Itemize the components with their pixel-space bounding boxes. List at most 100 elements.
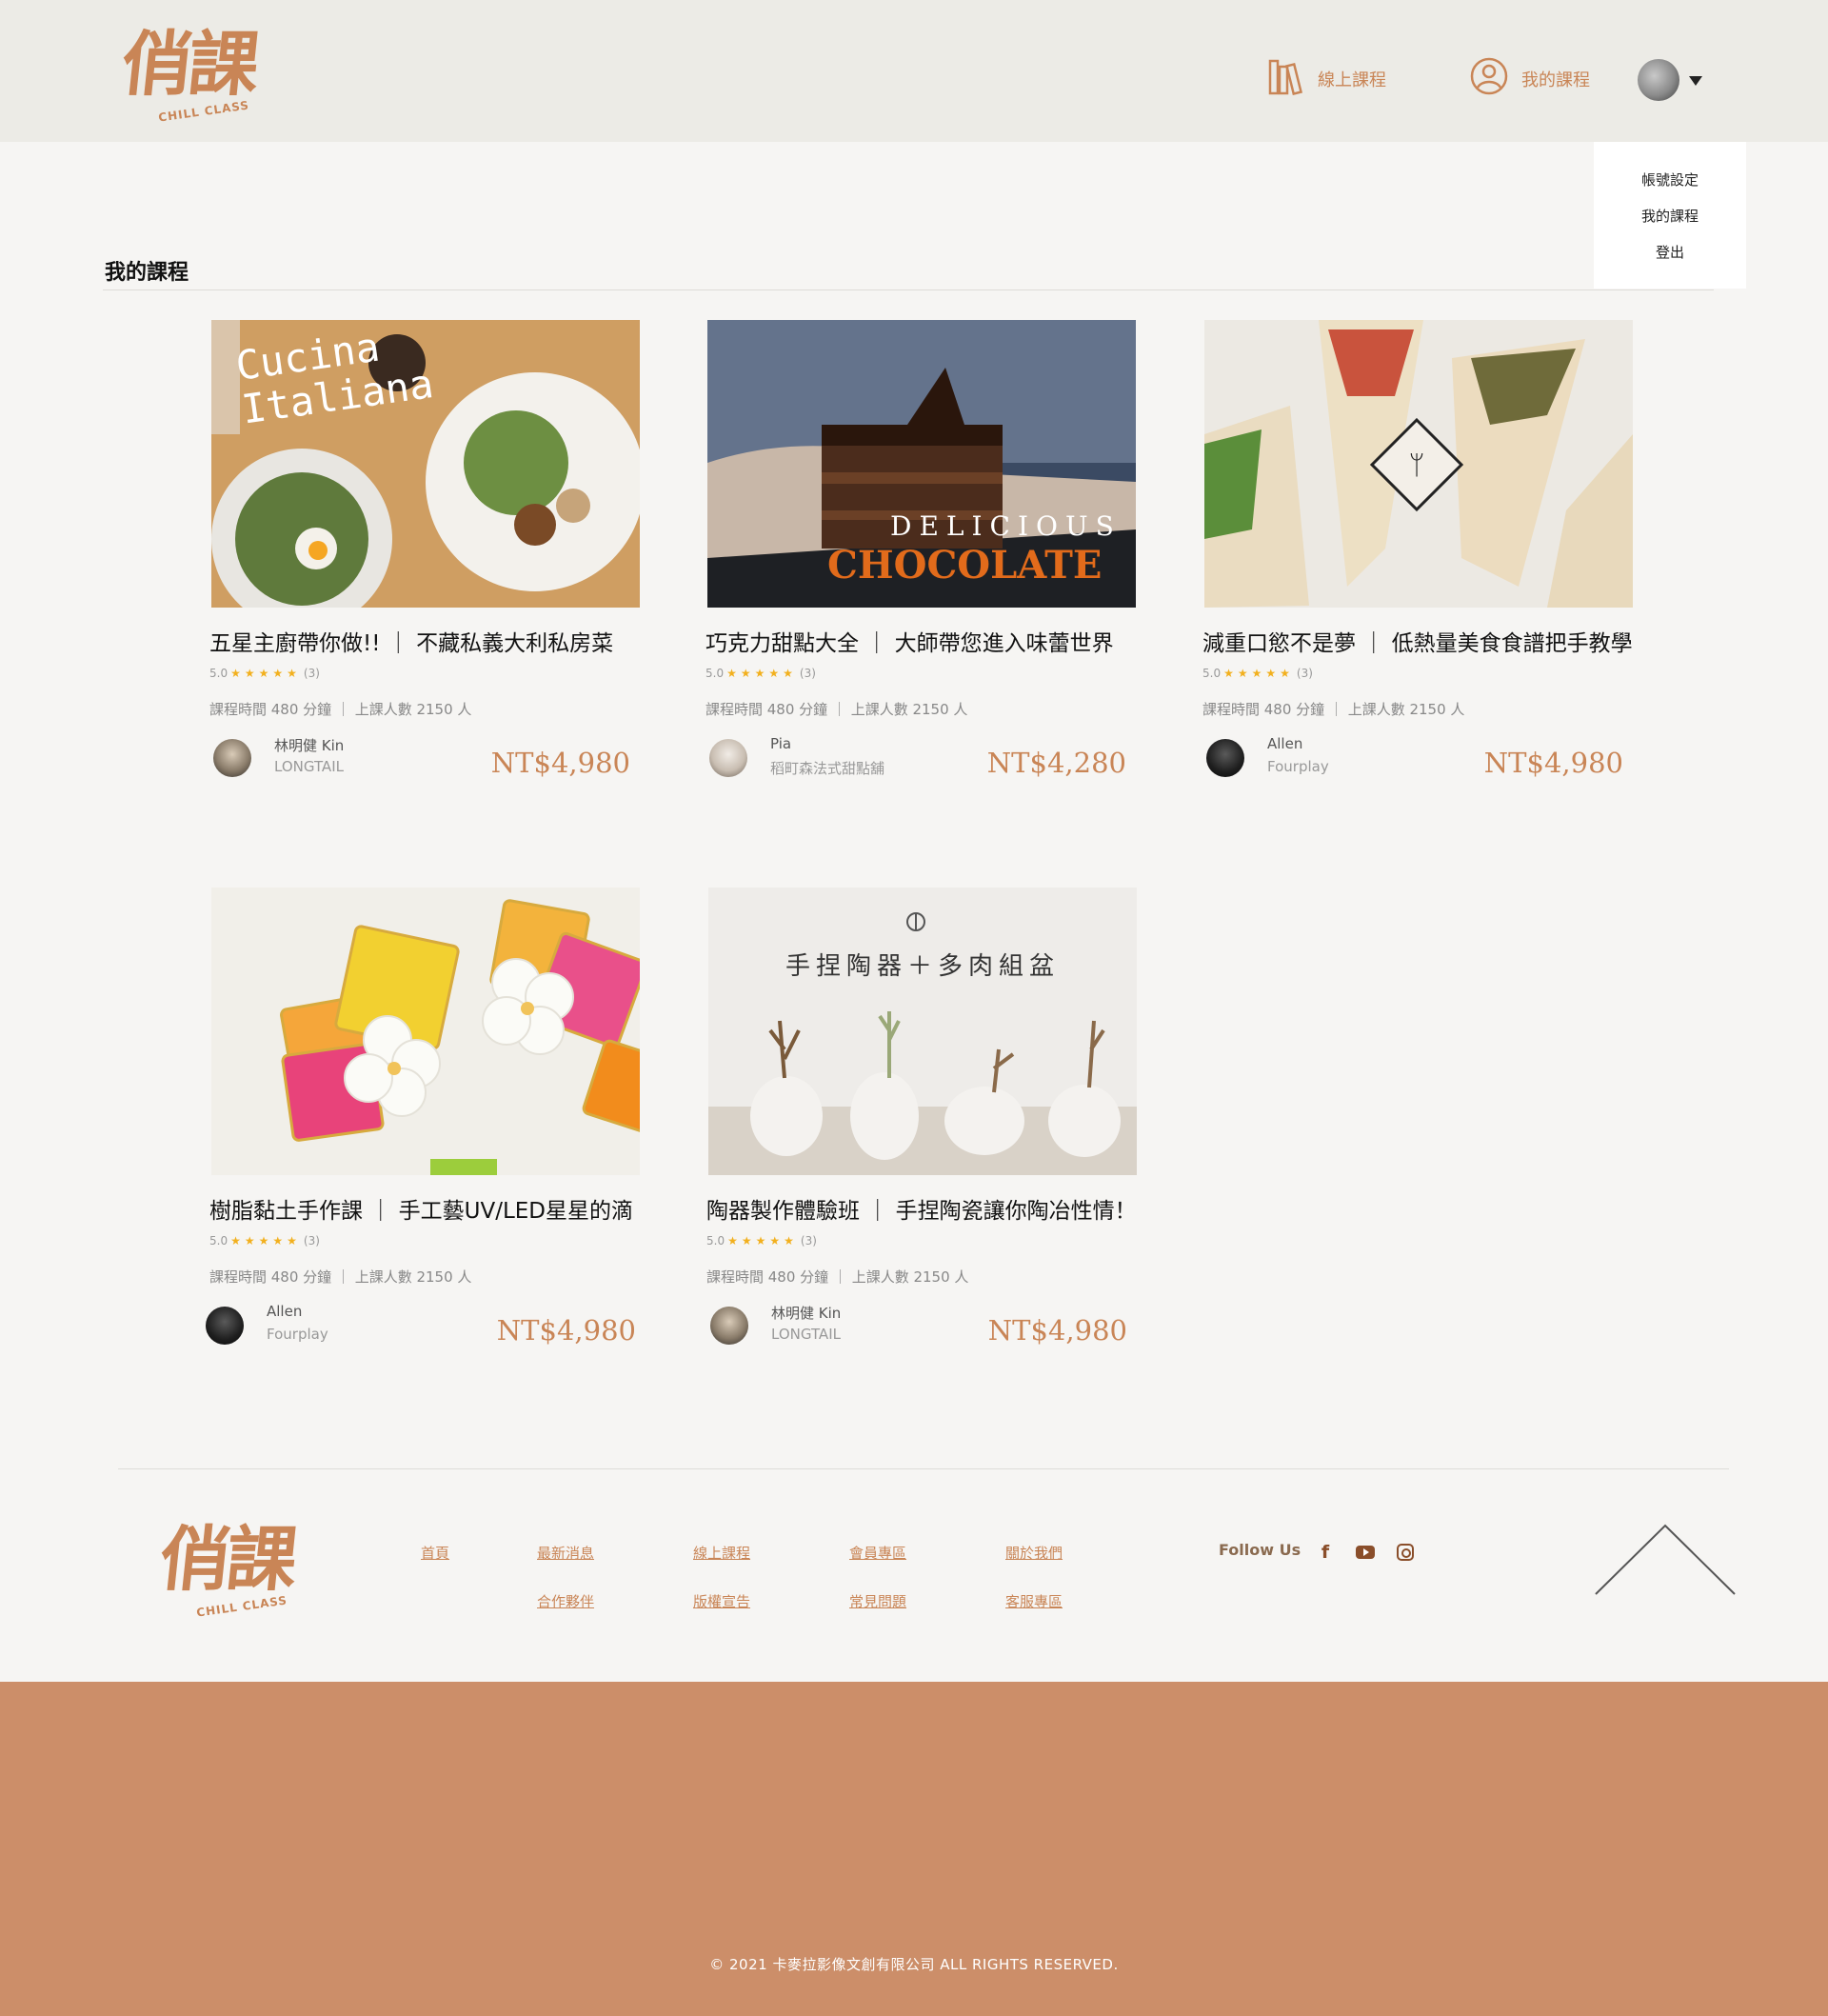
rating-count: (3) — [303, 1234, 320, 1248]
nav-my-courses[interactable]: 我的課程 — [1470, 57, 1590, 100]
course-card[interactable]: Cucina Italiana 五星主廚帶你做!! ｜ 不藏私義大利私房菜 5.… — [209, 320, 640, 779]
menu-item-my-courses[interactable]: 我的課程 — [1594, 207, 1746, 243]
course-meta: 課程時間 480 分鐘 ｜ 上課人數 2150 人 — [705, 701, 968, 718]
star-icons: ★★★★★ — [726, 667, 797, 680]
course-rating: 5.0 ★★★★★ (3) — [706, 1234, 817, 1248]
course-rating: 5.0 ★★★★★ (3) — [209, 1234, 320, 1248]
course-card[interactable]: 手捏陶器＋多肉組盆 陶器製作體驗班 ｜ 手捏陶瓷讓你陶冶性情！ 5.0 ★★★★… — [706, 888, 1137, 1347]
site-header: 俏課 CHILL CLASS 線上課程 我的課程 — [0, 0, 1828, 142]
teacher-avatar — [213, 739, 251, 777]
course-meta: 課程時間 480 分鐘 ｜ 上課人數 2150 人 — [209, 1268, 472, 1286]
course-thumbnail[interactable]: DELICIOUS CHOCOLATE — [707, 320, 1136, 608]
footer-link-support[interactable]: 客服專區 — [1005, 1591, 1063, 1611]
course-thumbnail[interactable]: ᛘ — [1204, 320, 1633, 608]
course-thumbnail[interactable] — [211, 888, 640, 1175]
nav-mine-label: 我的課程 — [1521, 70, 1590, 90]
course-thumbnail[interactable]: 手捏陶器＋多肉組盆 — [708, 888, 1137, 1175]
star-icons: ★★★★★ — [727, 1234, 798, 1248]
user-circle-icon — [1470, 57, 1508, 100]
page-title: 我的課程 — [105, 261, 189, 285]
course-title[interactable]: 巧克力甜點大全 ｜ 大師帶您進入味蕾世界 — [705, 625, 1114, 657]
divider — [103, 289, 1714, 290]
course-card[interactable]: 樹脂黏土手作課 ｜ 手工藝UV/LED星星的滴 5.0 ★★★★★ (3) 課程… — [206, 888, 640, 1347]
thumb-caption-top: DELICIOUS — [890, 510, 1122, 542]
footer-link-online-courses[interactable]: 線上課程 — [693, 1543, 750, 1563]
course-meta: 課程時間 480 分鐘 ｜ 上課人數 2150 人 — [209, 701, 472, 718]
menu-item-logout[interactable]: 登出 — [1594, 243, 1746, 279]
footer-link-news[interactable]: 最新消息 — [537, 1543, 594, 1563]
footer-logo-text: 俏課 — [155, 1519, 298, 1601]
course-title[interactable]: 陶器製作體驗班 ｜ 手捏陶瓷讓你陶冶性情！ — [706, 1192, 1137, 1225]
user-dropdown-menu: 帳號設定 我的課程 登出 — [1594, 142, 1746, 289]
course-title[interactable]: 五星主廚帶你做!! ｜ 不藏私義大利私房菜 — [209, 625, 613, 657]
teacher-shop: Fourplay — [267, 1326, 328, 1343]
footer-link-about[interactable]: 關於我們 — [1005, 1543, 1063, 1563]
nav-online-courses[interactable]: 線上課程 — [1268, 57, 1386, 100]
course-title[interactable]: 減重口慾不是夢 ｜ 低熱量美食食譜把手教學 — [1202, 625, 1633, 657]
rating-score: 5.0 — [705, 667, 725, 680]
back-to-top-button[interactable] — [1594, 1524, 1737, 1600]
footer-logo-mark: 俏課 CHILL CLASS — [155, 1514, 312, 1628]
star-icons: ★★★★★ — [230, 667, 301, 680]
rating-score: 5.0 — [706, 1234, 725, 1248]
rating-score: 5.0 — [209, 1234, 228, 1248]
instagram-icon[interactable] — [1394, 1541, 1417, 1564]
teacher-avatar — [206, 1307, 244, 1345]
facebook-icon[interactable]: f — [1314, 1541, 1337, 1564]
star-icons: ★★★★★ — [1223, 667, 1294, 680]
course-rating: 5.0 ★★★★★ (3) — [1202, 667, 1313, 680]
rating-count: (3) — [800, 1234, 817, 1248]
books-icon — [1268, 57, 1304, 100]
course-thumbnail[interactable]: Cucina Italiana — [211, 320, 640, 608]
course-rating: 5.0 ★★★★★ (3) — [209, 667, 320, 680]
rating-score: 5.0 — [209, 667, 228, 680]
footer-link-copyright[interactable]: 版權宣告 — [693, 1591, 750, 1611]
footer-link-home[interactable]: 首頁 — [421, 1543, 449, 1563]
youtube-icon[interactable] — [1354, 1541, 1377, 1564]
footer-link-members[interactable]: 會員專區 — [849, 1543, 906, 1563]
thumb-caption: 手捏陶器＋多肉組盆 — [785, 952, 1060, 981]
teacher-avatar — [1206, 739, 1244, 777]
course-price: NT$4,980 — [1483, 747, 1623, 779]
caret-down-icon[interactable] — [1689, 76, 1702, 86]
course-price: NT$4,980 — [987, 1314, 1127, 1347]
teacher-name: 林明健 Kin — [274, 737, 345, 754]
rating-count: (3) — [1296, 667, 1313, 680]
rating-count: (3) — [799, 667, 816, 680]
course-price: NT$4,280 — [986, 747, 1126, 779]
teacher-shop: LONGTAIL — [274, 758, 344, 775]
footer-link-partners[interactable]: 合作夥伴 — [537, 1591, 594, 1611]
course-price: NT$4,980 — [496, 1314, 636, 1347]
teacher-name: Pia — [770, 735, 792, 752]
course-card[interactable]: DELICIOUS CHOCOLATE 巧克力甜點大全 ｜ 大師帶您進入味蕾世界… — [705, 320, 1136, 779]
star-icons: ★★★★★ — [230, 1234, 301, 1248]
teacher-name: Allen — [1267, 735, 1303, 752]
course-meta: 課程時間 480 分鐘 ｜ 上課人數 2150 人 — [706, 1268, 969, 1286]
course-rating: 5.0 ★★★★★ (3) — [705, 667, 816, 680]
course-price: NT$4,980 — [490, 747, 630, 779]
follow-us-label: Follow Us — [1219, 1541, 1301, 1559]
rating-score: 5.0 — [1202, 667, 1222, 680]
footer-link-faq[interactable]: 常見問題 — [849, 1591, 906, 1611]
course-card[interactable]: ᛘ 減重口慾不是夢 ｜ 低熱量美食食譜把手教學 5.0 ★★★★★ (3) 課程… — [1202, 320, 1633, 779]
course-title[interactable]: 樹脂黏土手作課 ｜ 手工藝UV/LED星星的滴 — [209, 1192, 633, 1225]
nav-online-label: 線上課程 — [1318, 70, 1386, 90]
teacher-name: 林明健 Kin — [771, 1305, 842, 1322]
chevron-up-icon — [1595, 1524, 1736, 1595]
teacher-avatar — [710, 1307, 748, 1345]
menu-item-account-settings[interactable]: 帳號設定 — [1594, 170, 1746, 207]
thumb-caption-main: CHOCOLATE — [827, 543, 1103, 588]
teacher-shop: 稻町森法式甜點舖 — [770, 760, 885, 777]
copyright-text: © 2021 卡麥拉影像文創有限公司 ALL RIGHTS RESERVED. — [709, 1956, 1119, 1973]
teacher-shop: LONGTAIL — [771, 1326, 841, 1343]
svg-text:ᛘ: ᛘ — [1409, 449, 1425, 481]
logo-text: 俏課 — [117, 24, 260, 106]
teacher-avatar — [709, 739, 747, 777]
footer-divider — [118, 1468, 1729, 1469]
teacher-name: Allen — [267, 1303, 303, 1320]
user-avatar[interactable] — [1638, 59, 1679, 101]
site-logo[interactable]: 俏課 CHILL CLASS — [117, 19, 274, 133]
footer-logo[interactable]: 俏課 CHILL CLASS — [155, 1514, 312, 1628]
rating-count: (3) — [303, 667, 320, 680]
teacher-shop: Fourplay — [1267, 758, 1329, 775]
